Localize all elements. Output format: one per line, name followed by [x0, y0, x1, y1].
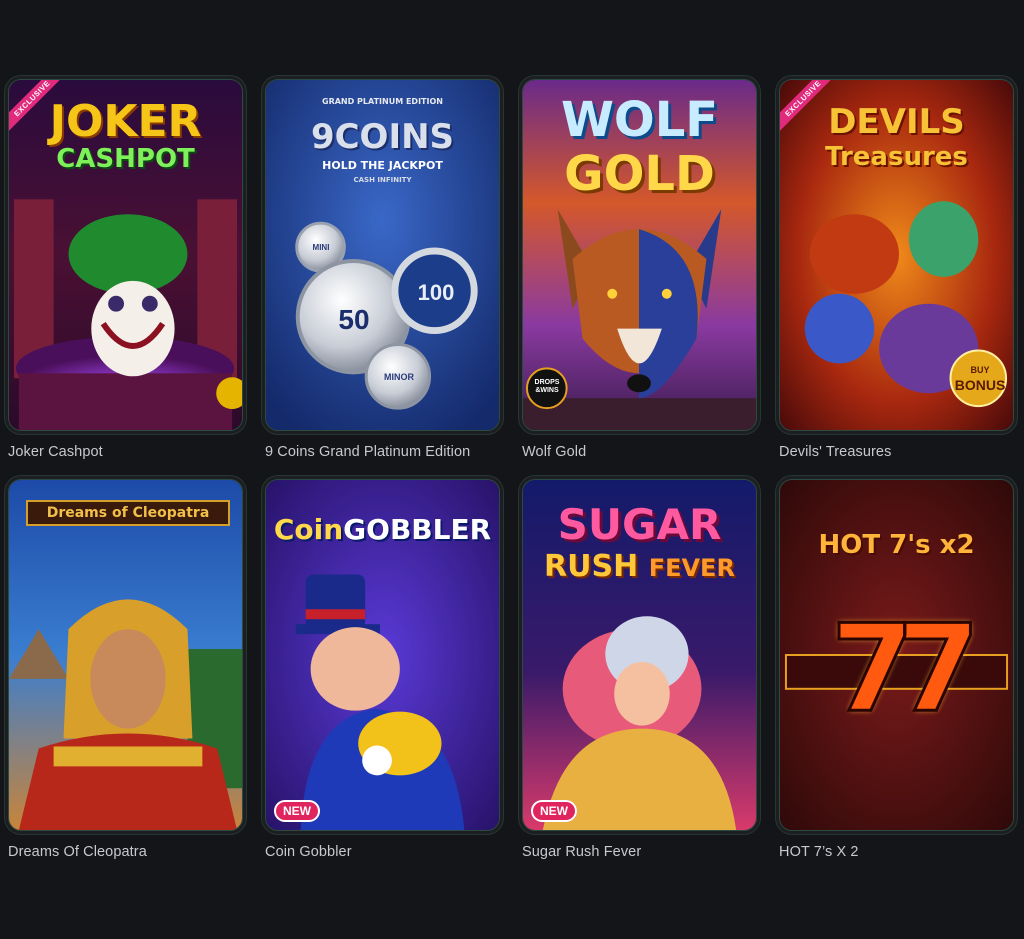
- logo-title: CoinGOBBLER: [273, 513, 492, 546]
- game-title[interactable]: Devils' Treasures: [779, 444, 1014, 460]
- game-card-devils-treasures[interactable]: DEVILS Treasures BUY BONUS EXCLUSIVE Dev…: [779, 79, 1014, 479]
- game-card-hot-7s-x2[interactable]: HOT 7's x2 77 HOT 7’s X 2: [779, 479, 1014, 879]
- logo-subtitle: RUSH FEVER: [544, 549, 735, 584]
- game-card-coin-gobbler[interactable]: CoinGOBBLER NEW Coin Gobbler: [265, 479, 500, 879]
- game-title[interactable]: 9 Coins Grand Platinum Edition: [265, 444, 500, 460]
- logo-tagline: CASH INFINITY: [353, 176, 412, 184]
- game-thumbnail[interactable]: WOLF GOLD DROPS &WINS: [522, 79, 757, 431]
- new-badge: NEW: [531, 800, 577, 822]
- buy-bonus-label: BONUS: [954, 377, 1006, 393]
- game-title[interactable]: Dreams Of Cleopatra: [8, 844, 243, 860]
- logo-title: HOT 7's x2: [818, 530, 975, 560]
- exclusive-ribbon: EXCLUSIVE: [780, 80, 850, 150]
- game-card-9-coins[interactable]: GRAND PLATINUM EDITION 9COINS HOLD THE J…: [265, 79, 500, 479]
- game-title[interactable]: Coin Gobbler: [265, 844, 500, 860]
- exclusive-ribbon: EXCLUSIVE: [9, 80, 79, 150]
- logo-subtitle: HOLD THE JACKPOT: [322, 159, 443, 172]
- game-thumbnail[interactable]: Dreams of Cleopatra: [8, 479, 243, 831]
- game-title[interactable]: Joker Cashpot: [8, 444, 243, 460]
- game-card-sugar-rush-fever[interactable]: SUGAR RUSH FEVER NEW Sugar Rush Fever: [522, 479, 757, 879]
- game-thumbnail[interactable]: JOKER CASHPOT EXCLUSIVE: [8, 79, 243, 431]
- coin-minor-label: MINOR: [384, 372, 414, 382]
- coin-100-label: 100: [417, 280, 455, 305]
- logo-title: Dreams of Cleopatra: [26, 500, 230, 526]
- cleopatra-art: [9, 480, 242, 830]
- logo-title: WOLF: [560, 92, 719, 148]
- game-title[interactable]: Sugar Rush Fever: [522, 844, 757, 860]
- logo-title: 9COINS: [310, 117, 455, 157]
- new-badge: NEW: [274, 800, 320, 822]
- game-card-joker-cashpot[interactable]: JOKER CASHPOT EXCLUSIVE Joker Cashpot: [8, 79, 243, 479]
- logo-edition: GRAND PLATINUM EDITION: [322, 97, 443, 106]
- coin-mini-label: MINI: [312, 243, 330, 252]
- big-sevens: 77: [830, 600, 982, 739]
- game-card-wolf-gold[interactable]: WOLF GOLD DROPS &WINS Wolf Gold: [522, 79, 757, 479]
- game-card-dreams-of-cleopatra[interactable]: Dreams of Cleopatra Dreams Of Cleopatra: [8, 479, 243, 879]
- game-thumbnail[interactable]: CoinGOBBLER NEW: [265, 479, 500, 831]
- game-title[interactable]: HOT 7’s X 2: [779, 844, 1014, 860]
- game-thumbnail[interactable]: GRAND PLATINUM EDITION 9COINS HOLD THE J…: [265, 79, 500, 431]
- buy-bonus-top: BUY: [970, 365, 990, 375]
- drops-wins-badge: DROPS &WINS: [534, 379, 560, 394]
- game-thumbnail[interactable]: HOT 7's x2 77: [779, 479, 1014, 831]
- logo-subtitle: GOLD: [564, 146, 715, 202]
- coin-50-label: 50: [338, 304, 370, 335]
- logo-title: SUGAR: [557, 500, 722, 549]
- game-thumbnail[interactable]: DEVILS Treasures BUY BONUS EXCLUSIVE: [779, 79, 1014, 431]
- game-title[interactable]: Wolf Gold: [522, 444, 757, 460]
- game-thumbnail[interactable]: SUGAR RUSH FEVER NEW: [522, 479, 757, 831]
- games-grid: JOKER CASHPOT EXCLUSIVE Joker Cashpot GR…: [8, 79, 1014, 879]
